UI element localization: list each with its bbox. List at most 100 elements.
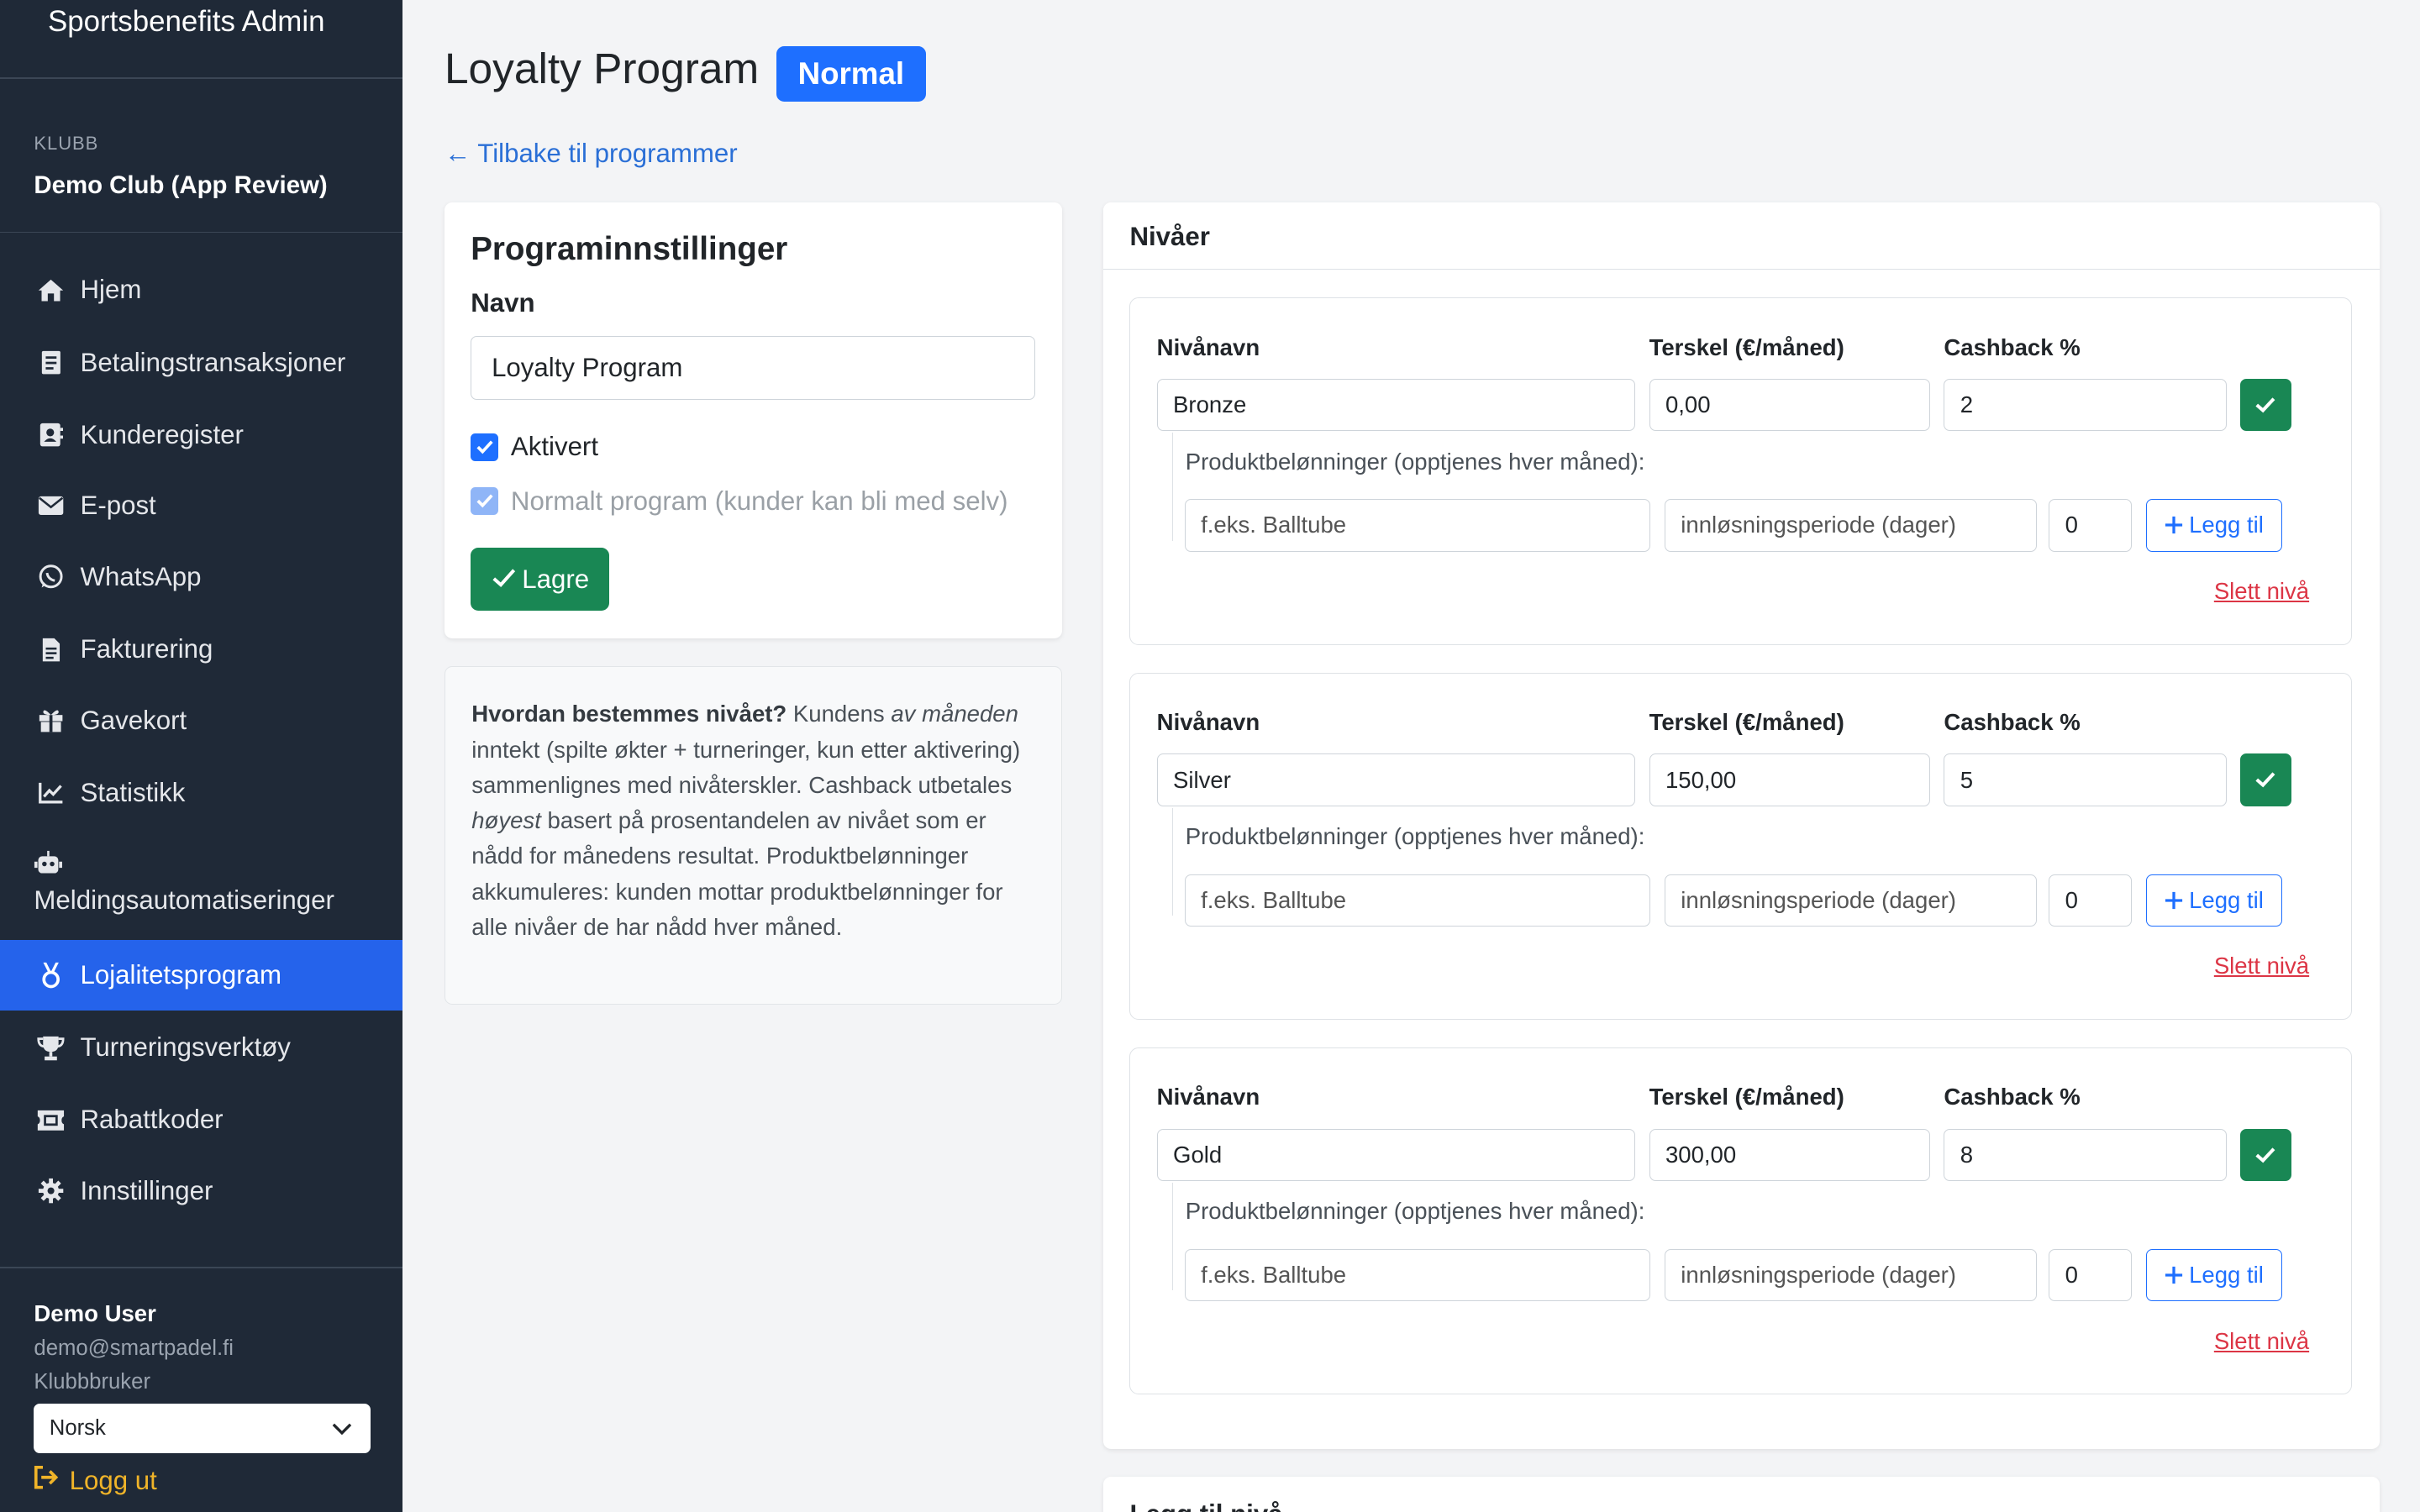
- save-tier-button[interactable]: [2240, 1128, 2291, 1182]
- tier-name-input[interactable]: Silver: [1156, 753, 1636, 806]
- tier-threshold-input[interactable]: 300,00: [1649, 1128, 1930, 1182]
- normal-program-checkbox: [471, 487, 499, 516]
- enabled-checkbox[interactable]: [471, 433, 499, 461]
- tier-cashback-input[interactable]: 8: [1944, 1128, 2227, 1182]
- medal-icon: [34, 959, 67, 990]
- sidebar-item-automations[interactable]: Meldingsautomatiseringer: [34, 885, 397, 916]
- redemption-period-input[interactable]: innløsningsperiode (dager): [1664, 874, 2037, 927]
- save-tier-button[interactable]: [2240, 753, 2291, 806]
- tier-cashback-input[interactable]: 2: [1944, 378, 2227, 432]
- tier-threshold-input[interactable]: 150,00: [1649, 753, 1930, 806]
- add-reward-button[interactable]: Legg til: [2146, 874, 2282, 927]
- reward-quantity-input[interactable]: 0: [2049, 874, 2133, 927]
- divider: [0, 231, 403, 234]
- name-label: Navn: [471, 288, 535, 318]
- add-reward-button[interactable]: Legg til: [2146, 499, 2282, 552]
- sidebar-item-customers[interactable]: Kunderegister: [0, 400, 402, 470]
- invoice-icon: [34, 634, 67, 665]
- delete-tier-link[interactable]: Slett nivå: [2214, 953, 2309, 979]
- tier-threshold-input[interactable]: 0,00: [1649, 378, 1930, 432]
- logout-link[interactable]: Logg ut: [34, 1466, 157, 1496]
- logout-icon: [34, 1466, 60, 1496]
- sidebar-item-label: Kunderegister: [80, 419, 244, 449]
- back-to-programs-link[interactable]: ← Tilbake til programmer: [445, 139, 738, 169]
- sidebar-item-home[interactable]: Hjem: [0, 255, 402, 325]
- tier-threshold-label: Terskel (€/måned): [1649, 709, 1844, 736]
- language-select[interactable]: Norsk: [34, 1404, 371, 1454]
- redemption-period-input[interactable]: innløsningsperiode (dager): [1664, 1248, 2037, 1302]
- save-button[interactable]: Lagre: [471, 548, 610, 612]
- ticket-icon: [34, 1105, 67, 1136]
- reward-quantity-input[interactable]: 0: [2049, 1248, 2133, 1302]
- sidebar-item-label: Hjem: [80, 275, 142, 305]
- club-label: KLUBB: [34, 132, 99, 154]
- contact-card-icon: [34, 420, 67, 451]
- check-icon: [492, 564, 516, 595]
- divider: [0, 1266, 403, 1268]
- sidebar-item-tournaments[interactable]: Turneringsverktøy: [0, 1012, 402, 1083]
- add-reward-button[interactable]: Legg til: [2146, 1248, 2282, 1302]
- sidebar-item-label: E-post: [80, 491, 156, 521]
- tier-cashback-label: Cashback %: [1944, 333, 2081, 360]
- sidebar-item-label: Rabattkoder: [80, 1105, 224, 1135]
- add-reward-label: Legg til: [2189, 886, 2264, 913]
- tier-threshold-label: Terskel (€/måned): [1649, 333, 1844, 360]
- trophy-icon: [34, 1032, 67, 1063]
- sidebar-item-settings[interactable]: Innstillinger: [0, 1156, 402, 1226]
- sidebar-item-loyalty[interactable]: Lojalitetsprogram: [0, 939, 403, 1011]
- sidebar-item-payments[interactable]: Betalingstransaksjoner: [0, 327, 402, 397]
- delete-tier-link[interactable]: Slett nivå: [2214, 578, 2309, 605]
- sidebar-item-label: Betalingstransaksjoner: [80, 347, 346, 377]
- redemption-period-input[interactable]: innløsningsperiode (dager): [1664, 499, 2037, 552]
- normal-program-checkbox-row: Normalt program (kunder kan bli med selv…: [471, 486, 1008, 517]
- info-text-emphasis: av måneden: [891, 701, 1018, 727]
- receipt-icon: [34, 347, 67, 378]
- reward-name-input[interactable]: f.eks. Balltube: [1184, 874, 1651, 927]
- info-question: Hvordan bestemmes nivået?: [471, 701, 787, 727]
- gift-icon: [34, 705, 67, 736]
- levels-card: Nivåer Nivånavn Terskel (€/måned) Cashba…: [1103, 202, 2381, 1449]
- robot-icon: [34, 850, 67, 881]
- tier-cashback-input[interactable]: 5: [1944, 753, 2227, 806]
- check-icon: [2255, 397, 2275, 413]
- info-text-part: inntekt (spilte økter + turneringer, kun…: [471, 736, 1021, 798]
- sidebar-item-giftcards[interactable]: Gavekort: [0, 685, 402, 755]
- reward-name-input[interactable]: f.eks. Balltube: [1184, 1248, 1651, 1302]
- sidebar-item-statistics[interactable]: Statistikk: [0, 758, 402, 828]
- save-tier-button[interactable]: [2240, 378, 2291, 432]
- program-name-input[interactable]: Loyalty Program: [471, 336, 1036, 400]
- level-info-card: Hvordan bestemmes nivået? Kundens av mån…: [444, 666, 1062, 1005]
- sidebar-item-whatsapp[interactable]: WhatsApp: [0, 542, 402, 612]
- tier-cashback-label: Cashback %: [1944, 709, 2081, 736]
- sidebar-item-label: Gavekort: [80, 705, 187, 735]
- sidebar-item-email[interactable]: E-post: [0, 470, 402, 541]
- tier-card: Nivånavn Terskel (€/måned) Cashback % Br…: [1129, 297, 2353, 645]
- tier-card: Nivånavn Terskel (€/måned) Cashback % Si…: [1129, 672, 2353, 1021]
- tier-name-input[interactable]: Gold: [1156, 1128, 1636, 1182]
- enabled-checkbox-row[interactable]: Aktivert: [471, 432, 598, 462]
- sidebar: Sportsbenefits Admin KLUBB Demo Club (Ap…: [0, 0, 403, 1512]
- sidebar-item-invoicing[interactable]: Fakturering: [0, 614, 402, 685]
- reward-name-input[interactable]: f.eks. Balltube: [1184, 499, 1651, 552]
- info-text-part: Kundens: [786, 701, 892, 727]
- reward-quantity-input[interactable]: 0: [2049, 499, 2133, 552]
- club-name: Demo Club (App Review): [34, 171, 328, 199]
- tier-cashback-label: Cashback %: [1944, 1084, 2081, 1110]
- envelope-icon: [34, 491, 67, 522]
- brand-title: Sportsbenefits Admin: [47, 4, 325, 38]
- settings-heading: Programinnstillinger: [471, 231, 788, 268]
- home-icon: [34, 275, 67, 306]
- sidebar-item-label: Lojalitetsprogram: [80, 959, 281, 990]
- user-email: demo@smartpadel.fi: [34, 1336, 234, 1360]
- rewards-label: Produktbelønninger (opptjenes hver måned…: [1185, 1198, 1645, 1225]
- add-level-heading: Legg til nivå: [1129, 1499, 1282, 1512]
- sidebar-item-discounts[interactable]: Rabattkoder: [0, 1084, 402, 1155]
- tier-name-input[interactable]: Bronze: [1156, 378, 1636, 432]
- save-label: Lagre: [522, 564, 590, 594]
- chevron-down-icon: [332, 1416, 352, 1441]
- delete-tier-link[interactable]: Slett nivå: [2214, 1328, 2309, 1355]
- check-icon: [2255, 772, 2275, 788]
- divider: [0, 76, 403, 79]
- tier-name-label: Nivånavn: [1156, 1084, 1260, 1110]
- rewards-label: Produktbelønninger (opptjenes hver måned…: [1185, 822, 1645, 849]
